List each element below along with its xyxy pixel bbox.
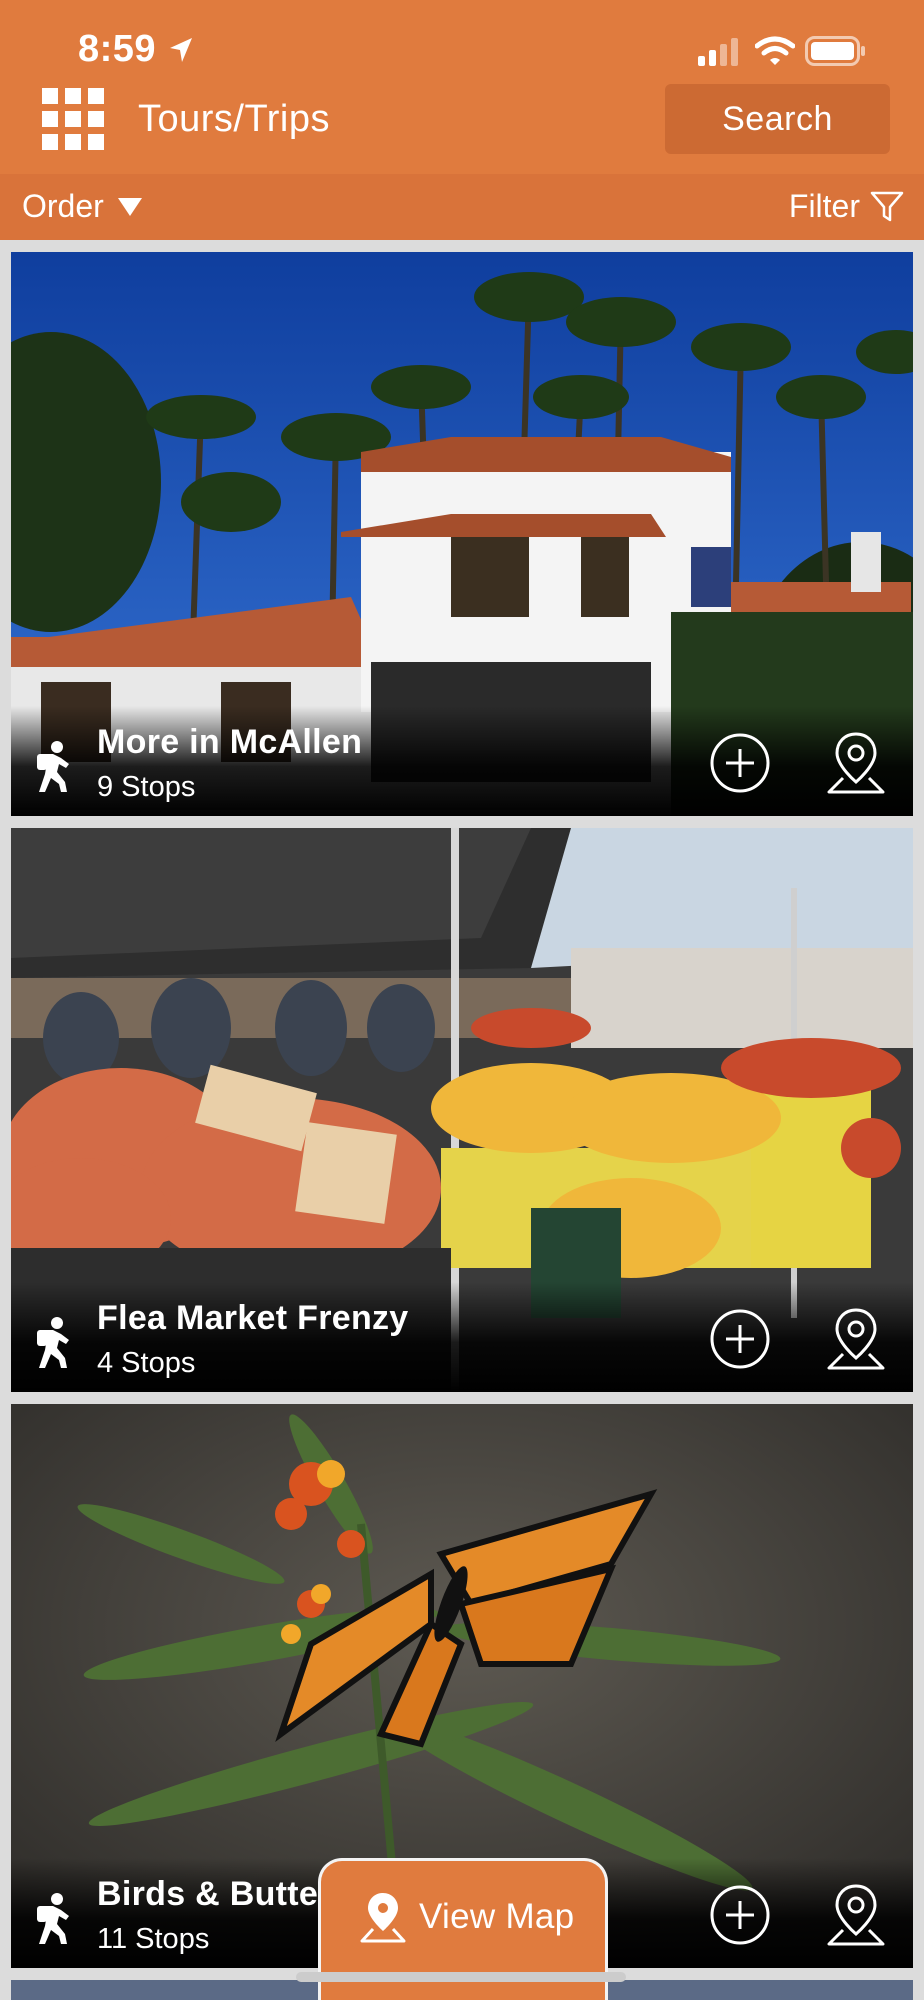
caret-down-icon xyxy=(117,197,142,216)
add-circle-icon[interactable] xyxy=(709,1884,771,1946)
search-button[interactable]: Search xyxy=(665,84,890,154)
order-label: Order xyxy=(22,188,104,224)
map-pin-icon xyxy=(360,1893,406,1943)
order-dropdown[interactable]: Order xyxy=(22,188,142,225)
map-pin-icon[interactable] xyxy=(825,1882,887,1948)
tour-name: Birds & Butte xyxy=(97,1875,319,1913)
add-circle-icon[interactable] xyxy=(709,1308,771,1370)
tour-name: Flea Market Frenzy xyxy=(97,1299,409,1337)
wifi-icon xyxy=(755,36,795,65)
filter-label: Filter xyxy=(788,188,860,224)
map-pin-icon[interactable] xyxy=(825,730,887,796)
tour-name: More in McAllen xyxy=(97,723,363,761)
tour-card[interactable]: More in McAllen 9 Stops xyxy=(11,252,913,816)
location-arrow-icon xyxy=(170,38,192,62)
menu-grid-icon[interactable] xyxy=(42,88,104,150)
tour-card[interactable]: Flea Market Frenzy 4 Stops xyxy=(11,828,913,1392)
tour-stops: 11 Stops xyxy=(97,1923,210,1955)
signal-icon xyxy=(698,38,738,66)
tour-stops: 9 Stops xyxy=(97,771,196,803)
map-pin-icon[interactable] xyxy=(825,1306,887,1372)
tours-trips-screen: 8:59 Tours/Trips Search Order Filter Mor… xyxy=(0,0,924,2000)
view-map-label: View Map xyxy=(419,1897,575,1936)
hiker-icon xyxy=(37,1893,69,1944)
filter-icon xyxy=(870,191,904,221)
tour-list: More in McAllen 9 Stops Flea Market Fren… xyxy=(0,240,924,2000)
status-time: 8:59 xyxy=(78,28,157,70)
hiker-icon xyxy=(37,741,69,792)
add-circle-icon[interactable] xyxy=(709,732,771,794)
hiker-icon xyxy=(37,1317,69,1368)
status-bar: 8:59 xyxy=(0,0,924,80)
sort-filter-bar: Order Filter xyxy=(0,174,924,240)
page-title: Tours/Trips xyxy=(138,98,331,140)
tour-stops: 4 Stops xyxy=(97,1347,196,1379)
filter-button[interactable]: Filter xyxy=(789,188,904,225)
battery-icon xyxy=(805,36,865,66)
app-header: 8:59 Tours/Trips Search xyxy=(0,0,924,174)
home-indicator xyxy=(296,1972,626,1982)
